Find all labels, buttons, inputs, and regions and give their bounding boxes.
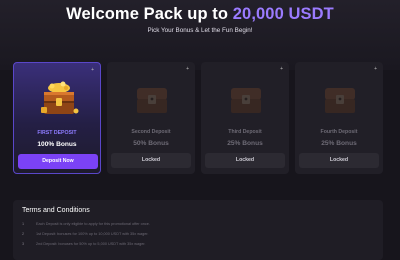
terms-item-text: Each Deposit is only eligible to apply f…: [36, 222, 150, 226]
locked-button: Locked: [299, 153, 379, 168]
terms-item: 2 1st Deposit: bonuses for 100% up to 10,…: [22, 232, 148, 236]
card-label: Second Deposit: [131, 129, 171, 135]
title-highlight: 20,000 USDT: [232, 5, 334, 23]
page-subtitle: Pick Your Bonus & Let the Fun Begin!: [147, 27, 253, 34]
terms-item-text: 2nd Deposit: bonuses for 50% up to 5,000…: [36, 242, 146, 246]
locked-button: Locked: [111, 153, 191, 168]
deposit-now-button[interactable]: Deposit Now: [18, 154, 98, 169]
card-label: FIRST DEPOSIT: [37, 130, 77, 136]
bonus-cards: + FIRST DEPOSIT 100% Bonus Deposit Now +…: [13, 62, 383, 174]
terms-item-number: 1: [22, 222, 25, 226]
page-title: Welcome Pack up to 20,000 USDT: [0, 5, 400, 24]
card-corner-icon: +: [374, 66, 377, 72]
card-value: 25% Bonus: [321, 140, 357, 147]
card-label: Fourth Deposit: [320, 129, 358, 135]
card-corner-icon: +: [280, 66, 283, 72]
bonus-card-first[interactable]: + FIRST DEPOSIT 100% Bonus Deposit Now: [13, 62, 101, 174]
card-corner-icon: +: [186, 66, 189, 72]
card-value: 100% Bonus: [37, 141, 77, 148]
card-label: Third Deposit: [228, 129, 262, 135]
card-value: 50% Bonus: [133, 140, 169, 147]
treasure-chest-icon: [41, 81, 79, 114]
terms-item-number: 2: [22, 232, 25, 236]
terms-item-number: 3: [22, 242, 25, 246]
treasure-chest-icon: [231, 88, 261, 113]
terms-title: Terms and Conditions: [22, 207, 90, 214]
treasure-chest-icon: [137, 88, 167, 113]
bonus-card-third: + Third Deposit 25% Bonus Locked: [201, 62, 289, 174]
bonus-card-second: + Second Deposit 50% Bonus Locked: [107, 62, 195, 174]
terms-item-text: 1st Deposit: bonuses for 100% up to 10,0…: [36, 232, 149, 236]
terms-item: 3 2nd Deposit: bonuses for 50% up to 5,00…: [22, 242, 145, 246]
bonus-card-fourth: + Fourth Deposit 25% Bonus Locked: [295, 62, 383, 174]
treasure-chest-icon: [325, 88, 355, 113]
terms-item: 1 Each Deposit is only eligible to apply …: [22, 222, 150, 226]
title-prefix: Welcome Pack up to: [66, 5, 233, 23]
locked-button: Locked: [205, 153, 285, 168]
terms-panel: Terms and Conditions 1 Each Deposit is on…: [13, 200, 383, 260]
card-corner-icon: +: [91, 67, 94, 73]
card-value: 25% Bonus: [227, 140, 263, 147]
